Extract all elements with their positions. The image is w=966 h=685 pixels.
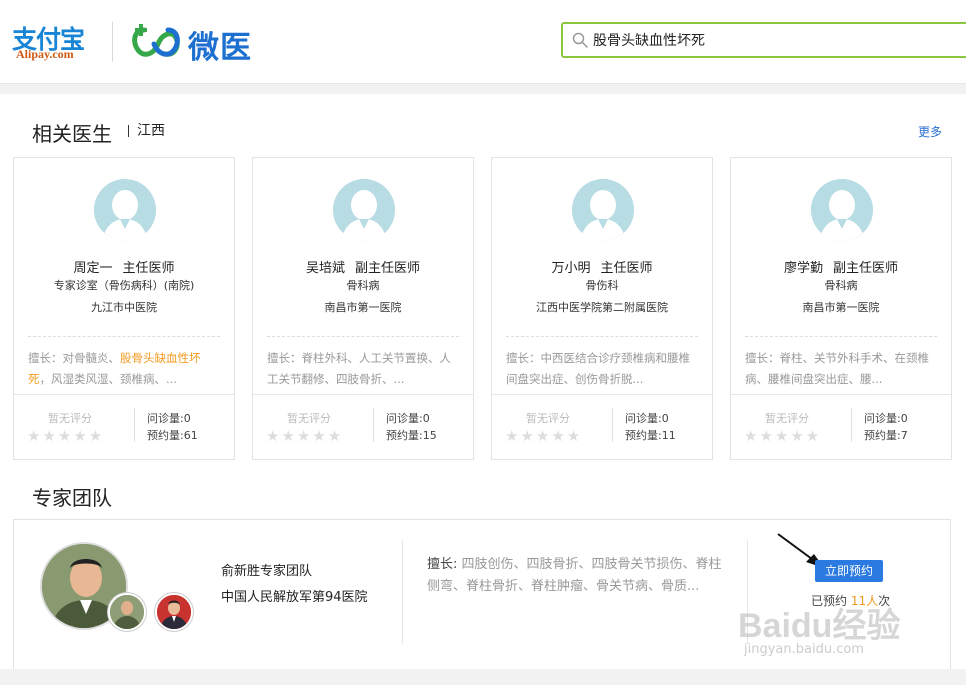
doctor-name-line: 吴培斌 副主任医师 (253, 257, 473, 276)
doctor-specialty: 擅长：中西医结合诊疗颈椎病和腰椎间盘突出症、创伤骨折脱... (506, 348, 700, 390)
team-member-photo[interactable] (155, 593, 193, 631)
divider (745, 336, 937, 337)
doctor-department: 骨伤科 (585, 279, 619, 292)
weiyi-logo-text: 微医 (188, 30, 252, 66)
divider (851, 408, 852, 442)
rating-label: 暂无评分 (48, 412, 92, 425)
bottom-strip (0, 669, 966, 685)
doctor-hospital: 江西中医学院第二附属医院 (536, 301, 668, 314)
doctor-hospital: 南昌市第一医院 (324, 301, 402, 314)
doctor-avatar[interactable] (333, 179, 395, 241)
team-specialty: 擅长: 四肢创伤、四肢骨折、四肢骨关节损伤、脊柱侧弯、脊柱骨折、脊柱肿瘤、骨关节… (427, 554, 727, 598)
main-panel: 相关医生 江西 更多 周定一 主任医师 专家诊室（骨伤病科）(南院) 九江市中医院 擅长… (0, 94, 966, 685)
team-name[interactable]: 俞新胜专家团队 (221, 560, 312, 579)
doctor-name[interactable]: 周定一 (73, 261, 112, 276)
divider (134, 408, 135, 442)
doctor-card[interactable]: 吴培斌 副主任医师骨科病南昌市第一医院擅长：脊柱外科、人工关节置换、人工关节翻修、… (252, 157, 474, 460)
specialty-text: 擅长：对骨髓炎、 (28, 351, 120, 365)
consult-count: 问诊量:0 (864, 412, 908, 425)
doctor-specialty: 擅长：脊柱外科、人工关节置换、人工关节翻修、四肢骨折、... (267, 348, 461, 390)
doctor-avatar[interactable] (94, 179, 156, 241)
doctor-department: 骨科病 (824, 279, 858, 292)
watermark-text: Baidu经验 (738, 607, 901, 645)
booking-count: 预约量:61 (147, 429, 198, 442)
divider (492, 394, 712, 395)
top-header: 支付宝 Alipay.com 微医 (0, 0, 966, 84)
doctor-hospital: 南昌市第一医院 (802, 301, 880, 314)
consult-count: 问诊量:0 (625, 412, 669, 425)
alipay-logo[interactable]: 支付宝 Alipay.com (12, 20, 94, 64)
search-box[interactable] (561, 22, 966, 58)
doctor-title: 副主任医师 (355, 261, 421, 276)
specialty-text: 擅长：脊柱外科、人工关节置换、人工关节翻修、四肢骨折、... (267, 351, 451, 386)
doctor-avatar[interactable] (811, 179, 873, 241)
doctor-card[interactable]: 廖学勤 副主任医师骨科病南昌市第一医院擅长：脊柱、关节外科手术、在颈椎病、腰椎间盘… (730, 157, 952, 460)
booking-count: 预约量:11 (625, 429, 676, 442)
divider (612, 408, 613, 442)
rating-stars-icon: ★★★★★ (744, 427, 822, 445)
watermark-url: jingyan.baidu.com (744, 642, 864, 657)
divider (731, 394, 951, 395)
region-label[interactable]: 江西 (128, 124, 165, 138)
doctor-title: 主任医师 (600, 261, 653, 276)
booking-count: 预约量:15 (386, 429, 437, 442)
doctor-name[interactable]: 万小明 (551, 261, 590, 276)
booking-count: 预约量:7 (864, 429, 908, 442)
divider (14, 394, 234, 395)
specialty-text-rest: ，风湿类风湿、颈椎病、... (39, 372, 177, 386)
doctor-name-line: 廖学勤 副主任医师 (731, 257, 951, 276)
doctor-name-line: 万小明 主任医师 (492, 257, 712, 276)
team-hospital: 中国人民解放军第94医院 (221, 590, 368, 605)
book-now-button[interactable]: 立即预约 (815, 560, 883, 582)
doctor-title: 主任医师 (122, 261, 175, 276)
default-avatar-icon (572, 179, 634, 241)
rating-label: 暂无评分 (287, 412, 331, 425)
doctor-title: 副主任医师 (833, 261, 899, 276)
alipay-logo-domain: Alipay.com (16, 47, 74, 61)
rating-label: 暂无评分 (765, 412, 809, 425)
default-avatar-icon (811, 179, 873, 241)
divider (506, 336, 698, 337)
default-avatar-icon (94, 179, 156, 241)
divider (28, 336, 220, 337)
consult-count: 问诊量:0 (147, 412, 191, 425)
team-specialty-text: 四肢创伤、四肢骨折、四肢骨关节损伤、脊柱侧弯、脊柱骨折、脊柱肿瘤、骨关节病、骨质… (427, 557, 722, 594)
doctor-card[interactable]: 万小明 主任医师骨伤科江西中医学院第二附属医院擅长：中西医结合诊疗颈椎病和腰椎间盘… (491, 157, 713, 460)
weiyi-logo-icon (132, 24, 180, 57)
doctor-department: 专家诊室（骨伤病科）(南院) (53, 279, 195, 292)
team-member-avatar-icon (157, 595, 191, 629)
more-doctors-link[interactable]: 更多 (918, 123, 942, 140)
doctor-specialty: 擅长：脊柱、关节外科手术、在颈椎病、腰椎间盘突出症、腰... (745, 348, 939, 390)
divider (253, 394, 473, 395)
divider (373, 408, 374, 442)
baidu-jingyan-watermark: Baidu经验 jingyan.baidu.com (738, 598, 928, 668)
doctor-specialty: 擅长：对骨髓炎、股骨头缺血性坏死，风湿类风湿、颈椎病、... (28, 348, 222, 390)
team-member-photo[interactable] (108, 593, 146, 631)
specialty-text: 擅长：脊柱、关节外科手术、在颈椎病、腰椎间盘突出症、腰... (745, 351, 929, 386)
search-icon (572, 32, 588, 48)
consult-count: 问诊量:0 (386, 412, 430, 425)
expert-team-title: 专家团队 (32, 486, 112, 510)
logo-divider (112, 22, 113, 62)
divider (402, 540, 403, 644)
related-doctors-title: 相关医生 (32, 122, 112, 146)
specialty-text: 擅长：中西医结合诊疗颈椎病和腰椎间盘突出症、创伤骨折脱... (506, 351, 690, 386)
doctor-card[interactable]: 周定一 主任医师专家诊室（骨伤病科）(南院) 九江市中医院擅长：对骨髓炎、股骨头缺血… (13, 157, 235, 460)
doctor-name[interactable]: 廖学勤 (784, 261, 823, 276)
rating-stars-icon: ★★★★★ (266, 427, 344, 445)
doctor-department: 骨科病 (346, 279, 380, 292)
rating-stars-icon: ★★★★★ (505, 427, 583, 445)
doctor-hospital: 九江市中医院 (91, 301, 157, 314)
rating-label: 暂无评分 (526, 412, 570, 425)
team-member-avatar-icon (110, 595, 144, 629)
doctor-name[interactable]: 吴培斌 (306, 261, 345, 276)
rating-stars-icon: ★★★★★ (27, 427, 105, 445)
default-avatar-icon (333, 179, 395, 241)
divider (267, 336, 459, 337)
search-input[interactable] (593, 24, 953, 56)
doctor-name-line: 周定一 主任医师 (14, 257, 234, 276)
team-specialty-label: 擅长: (427, 557, 458, 572)
doctor-avatar[interactable] (572, 179, 634, 241)
